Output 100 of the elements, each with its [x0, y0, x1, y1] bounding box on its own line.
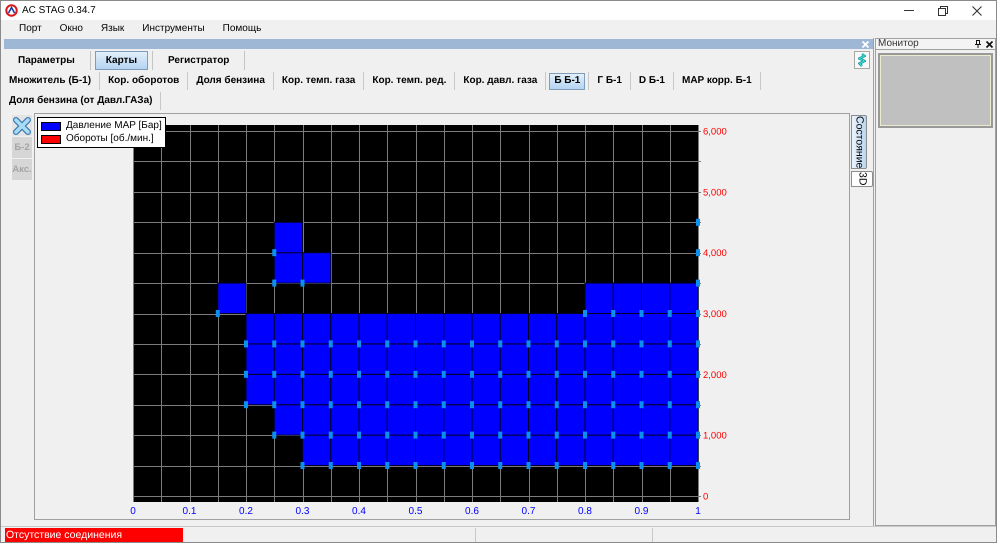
close-icon [862, 40, 869, 48]
side-tab[interactable]: Состояние [851, 115, 867, 170]
menu-item[interactable]: Порт [10, 20, 51, 38]
point-marker [696, 370, 700, 378]
map-cell [414, 343, 444, 378]
map-cell [385, 313, 416, 348]
map-cell [498, 434, 529, 470]
x-axis-label: 0.6 [465, 506, 479, 515]
menu-item[interactable]: Язык [92, 20, 134, 38]
map-cell [300, 404, 332, 439]
map-cell [470, 313, 501, 348]
map-cell [385, 343, 416, 378]
tool-button[interactable] [854, 51, 870, 69]
x-axis-label: 0.5 [408, 506, 422, 515]
map-cell [611, 313, 642, 348]
map-cell [414, 434, 444, 470]
menu-item[interactable]: Помощь [214, 20, 270, 38]
map-cell [272, 374, 303, 408]
map-cell [640, 282, 670, 317]
tab[interactable]: Регистратор [157, 51, 240, 70]
map-cell [442, 404, 472, 439]
y-axis-label: 2,000 [703, 370, 727, 381]
map-cell [470, 404, 501, 439]
y-axis-label: 0 [703, 491, 708, 502]
map-cell [272, 222, 303, 256]
map-cell [498, 374, 529, 408]
squiggle-icon [858, 53, 866, 67]
monitor-title: Монитор [878, 39, 919, 49]
map-cell [300, 252, 332, 287]
map-cell [583, 434, 614, 470]
x-axis-label: 0.2 [239, 506, 253, 515]
menu-item[interactable]: Инструменты [133, 20, 214, 38]
map-cell [583, 282, 614, 317]
map-tab[interactable]: Доля бензина [191, 72, 270, 90]
map-cell [640, 404, 670, 439]
map-tab[interactable]: Доля бензина (от Давл.ГАЗа) [4, 92, 158, 110]
x-axis-label: 0.1 [182, 506, 196, 515]
map-tab[interactable]: Б Б-1 [549, 72, 586, 90]
map-cell [357, 343, 388, 378]
map-cell [611, 434, 642, 470]
connection-status: Отсутствие соединения [5, 528, 183, 542]
map-tab[interactable]: Кор. оборотов [103, 72, 184, 90]
map-cell [328, 313, 360, 348]
menu-item[interactable]: Окно [50, 20, 92, 38]
map-cell [244, 374, 275, 408]
map-cell [668, 404, 698, 439]
x-axis-label: 0.7 [522, 506, 536, 515]
map-tab[interactable]: Кор. темп. газа [276, 72, 360, 90]
clear-button[interactable] [12, 115, 32, 136]
y-axis-label: 6,000 [703, 126, 727, 138]
tab[interactable]: Параметры [7, 51, 86, 70]
map-cell [357, 313, 388, 348]
map-cell [244, 313, 275, 348]
map-cell [328, 374, 360, 408]
map-cell [554, 374, 586, 408]
map-cell [526, 434, 558, 470]
map-cell [668, 282, 698, 317]
map-cell [272, 404, 303, 439]
map-cell [668, 434, 698, 470]
pin-button[interactable] [975, 40, 981, 48]
minimize-icon [904, 10, 914, 11]
map-tab[interactable]: Кор. темп. ред. [367, 72, 452, 90]
close-button[interactable] [986, 40, 993, 48]
map-cell [668, 374, 698, 408]
map-cell [611, 282, 642, 317]
map-tab[interactable]: Множитель (Б-1) [4, 72, 96, 90]
map-cell [300, 313, 332, 348]
map-cell [498, 313, 529, 348]
point-marker [696, 249, 700, 256]
map-cell [498, 404, 529, 439]
map-cell [526, 374, 558, 408]
close-icon [972, 6, 982, 16]
map-tab[interactable]: Г Б-1 [592, 72, 627, 90]
map-cell [272, 252, 303, 287]
x-axis-label: 0.3 [296, 506, 310, 515]
tab[interactable]: Карты [94, 51, 148, 70]
map-tab[interactable]: Кор. давл. газа [458, 72, 542, 90]
map-cell [554, 434, 586, 470]
map-cell [442, 313, 472, 348]
map-cell [611, 404, 642, 439]
map-cell [554, 313, 586, 348]
window-title: AC STAG 0.34.7 [22, 6, 96, 16]
map-cell [414, 374, 444, 408]
y-axis-label: 5,000 [703, 187, 727, 198]
x-axis-label: 0.4 [352, 506, 366, 515]
point-marker [696, 432, 700, 439]
side-tab[interactable]: 3D [851, 171, 873, 187]
map-cell [498, 343, 529, 378]
map-cell [640, 343, 670, 378]
pin-icon [975, 40, 981, 48]
map-cell [583, 343, 614, 378]
map-cell [526, 313, 558, 348]
x-axis-label: 0.9 [634, 506, 648, 515]
x-axis-label: 0 [130, 506, 136, 515]
map-cell [385, 404, 416, 439]
map-tab[interactable]: D Б-1 [634, 72, 670, 90]
map-cell [300, 374, 332, 408]
x-axis-label: 0.8 [578, 506, 592, 515]
map-tab[interactable]: MAP корр. Б-1 [677, 72, 757, 90]
map-cell [640, 434, 670, 470]
